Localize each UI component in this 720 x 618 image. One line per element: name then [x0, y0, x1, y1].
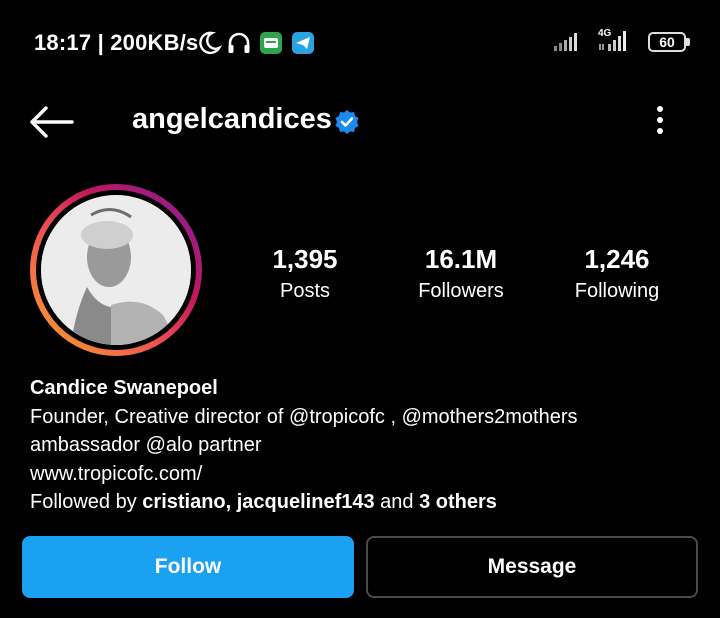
signal-4g-icon — [599, 31, 626, 51]
followed-by[interactable]: Followed by cristiano, jacquelinef143 an… — [30, 488, 700, 517]
profile-photo-icon — [41, 195, 191, 345]
following-stat[interactable]: 1,246 Following — [542, 244, 692, 306]
verified-badge-icon — [335, 110, 359, 134]
avatar-frame — [36, 190, 196, 350]
followed-by-others: 3 others — [419, 491, 497, 513]
signal-icon — [554, 33, 577, 51]
paper-plane-icon — [296, 37, 310, 49]
story-ring[interactable] — [30, 184, 202, 356]
profile-full-name: Candice Swanepoel — [30, 377, 218, 399]
bio-section: Candice Swanepoel Founder, Creative dire… — [30, 374, 700, 517]
follow-button[interactable]: Follow — [22, 536, 354, 598]
app-icon — [260, 32, 282, 54]
followers-count: 16.1M — [424, 244, 498, 274]
battery-tip — [686, 38, 690, 46]
headset-icon — [228, 32, 250, 53]
followers-label: Followers — [418, 280, 504, 302]
bio-line-2: ambassador @alo partner — [30, 434, 262, 456]
profile-username: angelcandices — [132, 103, 332, 135]
more-options-icon[interactable] — [648, 102, 672, 138]
status-bar: 18:17 | 200KB/s 4G 60 — [0, 0, 720, 88]
status-time-speed: 18:17 | 200KB/s — [34, 30, 199, 55]
following-count: 1,246 — [584, 244, 650, 274]
battery-icon: 60 — [648, 32, 686, 52]
profile-link[interactable]: www.tropicofc.com/ — [30, 460, 700, 489]
followed-by-prefix: Followed by — [30, 491, 137, 513]
posts-stat: 1,395 Posts — [230, 244, 380, 306]
followed-by-and: and — [380, 491, 414, 513]
following-label: Following — [574, 280, 660, 302]
posts-count: 1,395 — [272, 244, 338, 274]
bio-line-1: Founder, Creative director of @tropicofc… — [30, 405, 578, 428]
app-glyph-icon — [264, 38, 278, 48]
followers-stat[interactable]: 16.1M Followers — [386, 244, 536, 306]
avatar — [41, 195, 191, 345]
message-button[interactable]: Message — [366, 536, 698, 598]
posts-label: Posts — [279, 280, 331, 302]
back-arrow-icon[interactable] — [28, 104, 74, 140]
followed-by-names: cristiano, jacquelinef143 — [142, 491, 375, 513]
battery-level: 60 — [659, 34, 675, 50]
telegram-icon — [292, 32, 314, 54]
moon-icon — [199, 31, 222, 55]
